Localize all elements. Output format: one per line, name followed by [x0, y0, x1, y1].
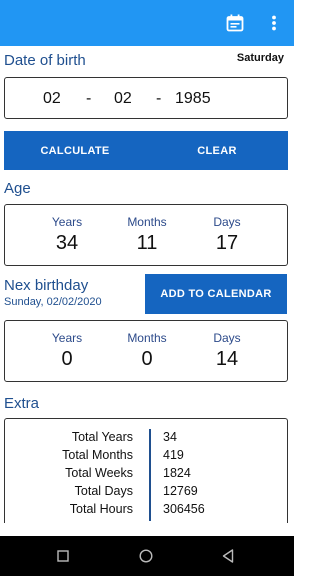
extra-label: Total Hours — [69, 502, 133, 516]
age-title: Age — [4, 180, 31, 197]
dob-year[interactable]: 1985 — [175, 90, 211, 108]
next-birthday-title: Nex birthday — [4, 277, 89, 294]
calculate-button[interactable]: CALCULATE — [4, 131, 146, 170]
days-value: 14 — [215, 348, 239, 370]
triangle-back-icon[interactable] — [218, 546, 238, 566]
extra-value: 1824 — [163, 466, 191, 480]
dob-month[interactable]: 02 — [114, 90, 132, 108]
extra-row: Total Hours 306456 — [5, 502, 287, 520]
extra-row: Total Weeks 1824 — [5, 466, 287, 484]
next-birthday-date: Sunday, 02/02/2020 — [4, 296, 102, 308]
weekday-label: Saturday — [236, 52, 284, 64]
extra-value: 34 — [163, 430, 177, 444]
dob-title: Date of birth — [4, 52, 86, 69]
square-icon[interactable] — [53, 546, 73, 566]
next-months: Months 0 — [102, 331, 192, 371]
add-to-calendar-button[interactable]: ADD TO CALENDAR — [145, 274, 287, 314]
action-buttons: CALCULATE CLEAR — [4, 131, 288, 170]
days-label: Days — [213, 331, 241, 345]
dob-input-box[interactable]: 02 - 02 - 1985 — [4, 77, 288, 119]
days-label: Days — [213, 215, 241, 229]
age-months: Months 11 — [102, 215, 192, 255]
months-value: 0 — [141, 348, 153, 370]
dob-day[interactable]: 02 — [43, 90, 61, 108]
app-bar — [0, 0, 294, 46]
extra-label: Total Months — [62, 448, 133, 462]
age-box: Years 34 Months 11 Days 17 — [4, 204, 288, 266]
extra-value: 306456 — [163, 502, 205, 516]
extra-row: Total Months 419 — [5, 448, 287, 466]
system-nav-bar — [0, 536, 294, 576]
years-label: Years — [51, 215, 83, 229]
clear-button[interactable]: CLEAR — [146, 131, 288, 170]
age-days: Days 17 — [182, 215, 272, 255]
extra-row: Total Years 34 — [5, 430, 287, 448]
dob-separator: - — [156, 90, 162, 107]
years-value: 34 — [55, 232, 79, 254]
circle-icon[interactable] — [136, 546, 156, 566]
age-years: Years 34 — [22, 215, 112, 255]
extra-row: Total Days 12769 — [5, 484, 287, 502]
months-value: 11 — [136, 232, 158, 254]
extra-title: Extra — [4, 395, 40, 412]
days-value: 17 — [215, 232, 239, 254]
years-label: Years — [51, 331, 83, 345]
years-value: 0 — [61, 348, 73, 370]
extra-box: Total Years 34 Total Months 419 Total We… — [4, 418, 288, 523]
dob-separator: - — [86, 90, 92, 107]
months-label: Months — [127, 215, 167, 229]
extra-label: Total Weeks — [65, 466, 133, 480]
next-years: Years 0 — [22, 331, 112, 371]
next-days: Days 14 — [182, 331, 272, 371]
extra-value: 12769 — [163, 484, 198, 498]
next-birthday-box: Years 0 Months 0 Days 14 — [4, 320, 288, 382]
more-vert-icon[interactable] — [264, 12, 284, 34]
extra-label: Total Days — [74, 484, 133, 498]
extra-label: Total Years — [71, 430, 133, 444]
extra-value: 419 — [163, 448, 184, 462]
calendar-icon[interactable] — [224, 12, 246, 34]
months-label: Months — [127, 331, 167, 345]
